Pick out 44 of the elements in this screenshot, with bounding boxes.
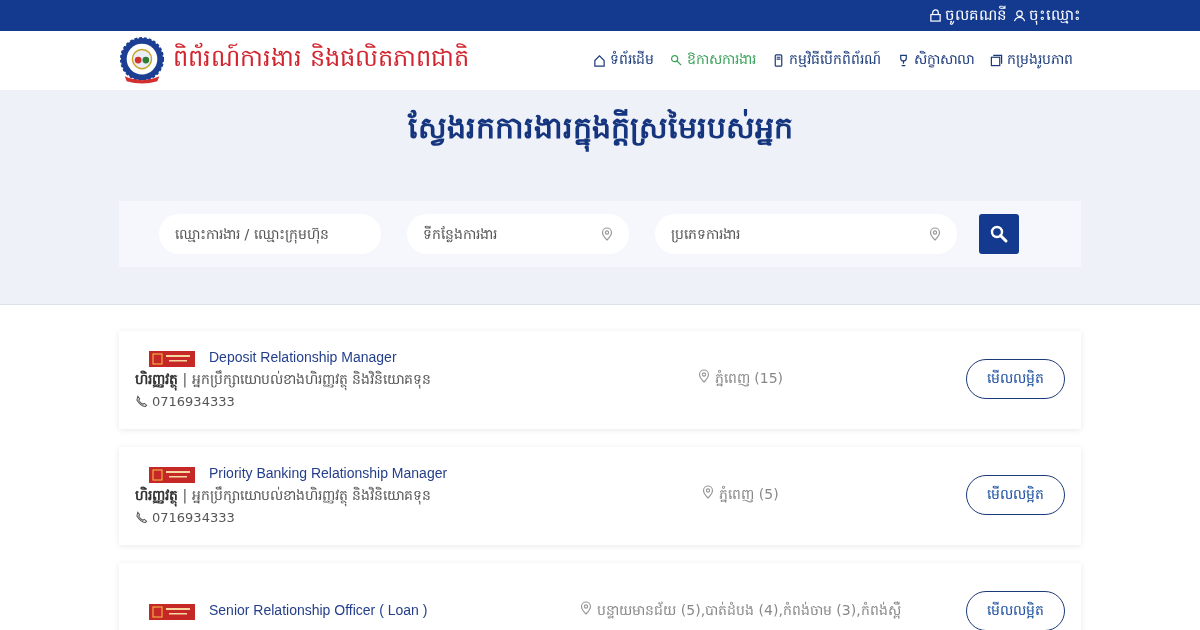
- hero-title: ស្វែងរកការងារក្នុងក្តីស្រមៃរបស់អ្នក: [0, 109, 1200, 153]
- pin-icon: [702, 484, 715, 499]
- pin-icon: [601, 227, 613, 241]
- search-field[interactable]: ឈ្មោះការងារ / ឈ្មោះក្រុមហ៊ុន: [159, 214, 381, 254]
- job-category: ហិរញ្ញវត្ថុ | អ្នកប្រឹក្សាយោបល់ខាងហិរញ្ញវត្ថុ និងវិនិយោគទុន: [135, 486, 455, 507]
- nav-link[interactable]: សិក្ខាសាលា: [897, 50, 974, 71]
- search-icon: [989, 224, 1009, 244]
- job-location: ភ្នំពេញ (15): [714, 368, 784, 389]
- logo-icon[interactable]: [119, 36, 165, 85]
- search-button[interactable]: [979, 214, 1019, 254]
- phone-icon: [135, 395, 148, 408]
- search-icon: [670, 54, 683, 67]
- phone-icon: [135, 511, 148, 524]
- job-location: បន្ទាយមានជ័យ (5),បាត់ដំបង (4),កំពង់ចាម (3),កំពង់ស្ពឺ: [597, 600, 901, 621]
- home-icon: [593, 54, 606, 67]
- gallery-icon: [990, 54, 1003, 67]
- job-title-link[interactable]: Senior Relationship Officer ( Loan ): [209, 602, 449, 619]
- details-button[interactable]: មើលលម្អិត: [966, 591, 1065, 630]
- lock-icon: [929, 9, 942, 22]
- phone-icon: [772, 54, 785, 67]
- pin-icon: [697, 368, 710, 383]
- job-title-link[interactable]: Priority Banking Relationship Manager: [209, 465, 449, 482]
- search-field[interactable]: ទីកន្លែងការងារ: [407, 214, 629, 254]
- details-button[interactable]: មើលលម្អិត: [966, 359, 1065, 399]
- job-category: ហិរញ្ញវត្ថុ | អ្នកប្រឹក្សាយោបល់ខាងហិរញ្ញវត្ថុ និងវិនិយោគទុន: [135, 370, 455, 391]
- site-title: ពិព័រណ៍ការងារ និងផលិតភាពជាតិ: [173, 43, 469, 74]
- company-logo: [149, 467, 195, 483]
- nav-link[interactable]: កម្រងរូបភាព: [990, 50, 1073, 71]
- job-title-link[interactable]: Deposit Relationship Manager: [209, 349, 449, 366]
- company-logo: [149, 604, 195, 620]
- nav-link[interactable]: ទំព័រដើម: [593, 50, 654, 71]
- search-field[interactable]: ប្រភេទការងារ: [655, 214, 957, 254]
- company-logo: [149, 351, 195, 367]
- nav-link[interactable]: កម្មវិធីបើកពិព័រណ៍: [772, 50, 881, 71]
- account-link[interactable]: ចូលគណនី: [929, 4, 1007, 27]
- phone-number: 0716934333: [152, 510, 235, 525]
- details-button[interactable]: មើលលម្អិត: [966, 475, 1065, 515]
- pin-icon: [929, 227, 941, 241]
- job-location: ភ្នំពេញ (5): [719, 484, 779, 505]
- pin-icon: [580, 600, 593, 615]
- phone-number: 0716934333: [152, 394, 235, 409]
- account-link[interactable]: ចុះឈ្មោះ: [1013, 4, 1081, 27]
- trophy-icon: [897, 54, 910, 67]
- user-icon: [1013, 9, 1026, 22]
